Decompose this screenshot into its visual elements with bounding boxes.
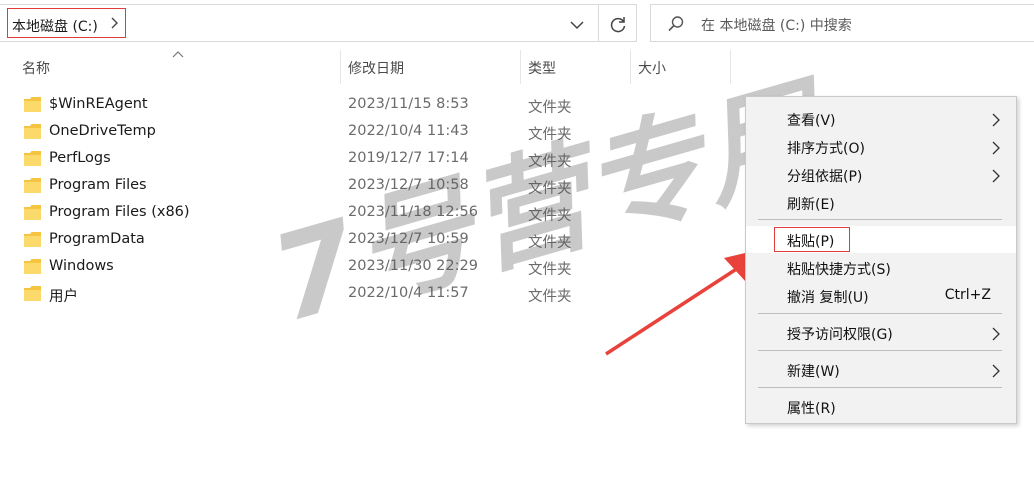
column-size[interactable]: 大小 (638, 58, 666, 78)
shortcut-label: Ctrl+Z (944, 287, 991, 303)
menu-item-group-by[interactable]: 分组依据(P) (746, 161, 1016, 188)
column-type[interactable]: 类型 (528, 58, 556, 78)
list-item[interactable]: Program Files (x86) 2023/11/18 12:56 文件夹 (0, 200, 740, 227)
list-item[interactable]: PerfLogs 2019/12/7 17:14 文件夹 (0, 146, 740, 173)
refresh-icon[interactable] (608, 15, 628, 35)
file-type: 文件夹 (528, 100, 572, 116)
column-name[interactable]: 名称 (22, 58, 50, 78)
folder-icon (24, 205, 41, 220)
context-menu: 查看(V) 排序方式(O) 分组依据(P) 刷新(E) 粘贴(P) 粘贴快捷方式… (745, 96, 1017, 424)
folder-icon (24, 259, 41, 274)
file-name: Program Files (x86) (49, 204, 190, 220)
column-divider[interactable] (340, 50, 341, 84)
file-name: ProgramData (49, 231, 145, 247)
submenu-arrow-icon (992, 113, 1000, 127)
file-type: 文件夹 (528, 208, 572, 224)
folder-icon (24, 178, 41, 193)
menu-item-label: 撤消 复制(U) (787, 290, 869, 306)
menu-item-label: 排序方式(O) (787, 141, 865, 157)
file-name: $WinREAgent (49, 96, 148, 112)
file-modified: 2023/12/7 10:59 (348, 231, 469, 247)
submenu-arrow-icon (992, 141, 1000, 155)
file-name: 用户 (49, 289, 78, 305)
file-modified: 2023/11/18 12:56 (348, 204, 478, 220)
menu-item-label: 属性(R) (787, 401, 836, 417)
submenu-arrow-icon (992, 364, 1000, 378)
file-modified: 2023/12/7 10:58 (348, 177, 469, 193)
column-header: 名称 修改日期 类型 大小 (0, 50, 1034, 84)
menu-divider (758, 219, 1002, 220)
column-modified[interactable]: 修改日期 (348, 58, 404, 78)
file-name: OneDriveTemp (49, 123, 156, 139)
chevron-down-icon[interactable] (569, 17, 585, 33)
menu-divider (758, 313, 1002, 314)
menu-item-label: 刷新(E) (787, 197, 835, 213)
folder-icon (24, 97, 41, 112)
folder-icon (24, 286, 41, 301)
file-name: Program Files (49, 177, 147, 193)
menu-item-undo-copy[interactable]: 撤消 复制(U) Ctrl+Z (746, 282, 1016, 309)
menu-item-label: 查看(V) (787, 113, 836, 129)
file-modified: 2023/11/15 8:53 (348, 96, 469, 112)
folder-icon (24, 151, 41, 166)
search-box[interactable]: 在 本地磁盘 (C:) 中搜索 (650, 4, 1034, 42)
menu-divider (758, 387, 1002, 388)
menu-divider (758, 350, 1002, 351)
search-input[interactable]: 在 本地磁盘 (C:) 中搜索 (701, 15, 852, 35)
file-type: 文件夹 (528, 235, 572, 251)
list-item[interactable]: $WinREAgent 2023/11/15 8:53 文件夹 (0, 92, 740, 119)
toolbar: 本地磁盘 (C:) 在 本地磁盘 (C:) 中搜索 (0, 0, 1034, 46)
file-type: 文件夹 (528, 262, 572, 278)
file-modified: 2023/11/30 22:29 (348, 258, 478, 274)
menu-item-refresh[interactable]: 刷新(E) (746, 189, 1016, 216)
menu-item-label: 新建(W) (787, 364, 840, 380)
menu-item-give-access[interactable]: 授予访问权限(G) (746, 319, 1016, 346)
column-divider[interactable] (520, 50, 521, 84)
menu-item-new[interactable]: 新建(W) (746, 356, 1016, 383)
submenu-arrow-icon (992, 327, 1000, 341)
menu-item-properties[interactable]: 属性(R) (746, 393, 1016, 420)
menu-item-label: 授予访问权限(G) (787, 327, 893, 343)
file-name: Windows (49, 258, 114, 274)
file-modified: 2019/12/7 17:14 (348, 150, 469, 166)
menu-item-label: 分组依据(P) (787, 169, 863, 185)
column-divider[interactable] (630, 50, 631, 84)
file-name: PerfLogs (49, 150, 111, 166)
divider (598, 5, 599, 41)
file-modified: 2022/10/4 11:57 (348, 285, 469, 301)
breadcrumb[interactable]: 本地磁盘 (C:) (12, 16, 98, 36)
file-type: 文件夹 (528, 289, 572, 305)
menu-item-sort-by[interactable]: 排序方式(O) (746, 133, 1016, 160)
file-modified: 2022/10/4 11:43 (348, 123, 469, 139)
search-icon (668, 16, 684, 32)
menu-item-paste-shortcut[interactable]: 粘贴快捷方式(S) (746, 254, 1016, 281)
paste-highlight (774, 227, 850, 252)
folder-icon (24, 232, 41, 247)
address-bar[interactable]: 本地磁盘 (C:) (0, 4, 637, 42)
column-divider[interactable] (730, 50, 731, 84)
chevron-right-icon[interactable] (109, 14, 121, 32)
file-type: 文件夹 (528, 154, 572, 170)
submenu-arrow-icon (992, 169, 1000, 183)
file-type: 文件夹 (528, 127, 572, 143)
menu-item-label: 粘贴快捷方式(S) (787, 262, 891, 278)
sort-up-icon (172, 51, 184, 58)
folder-icon (24, 124, 41, 139)
menu-item-view[interactable]: 查看(V) (746, 105, 1016, 132)
file-type: 文件夹 (528, 181, 572, 197)
list-item[interactable]: Program Files 2023/12/7 10:58 文件夹 (0, 173, 740, 200)
list-item[interactable]: OneDriveTemp 2022/10/4 11:43 文件夹 (0, 119, 740, 146)
